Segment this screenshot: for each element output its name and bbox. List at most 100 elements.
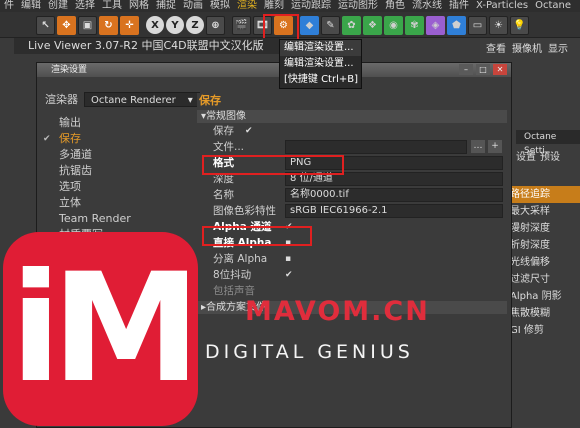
- floor-icon[interactable]: ▭: [468, 16, 487, 35]
- nav-item-antialiasing[interactable]: 抗锯齿: [41, 163, 185, 179]
- tab-octane-presets[interactable]: 预设: [540, 148, 560, 163]
- format-highlight-box: [202, 155, 344, 175]
- nav-item-label: 抗锯齿: [59, 164, 92, 177]
- z-axis-lock-button[interactable]: Z: [186, 16, 204, 34]
- octane-filter-size[interactable]: 过滤尺寸: [506, 271, 580, 288]
- settings-nav: 输出 ✔保存 多通道 抗锯齿 选项 立体 Team Render 材质覆写: [41, 115, 185, 243]
- close-icon[interactable]: ✕: [493, 64, 507, 75]
- alpha-highlight-box: [202, 226, 312, 246]
- octane-diffuse-depth[interactable]: 漫射深度: [506, 220, 580, 237]
- menu-tools[interactable]: 工具: [102, 0, 122, 12]
- menu-sculpt[interactable]: 雕刻: [264, 0, 284, 12]
- deformer-icon[interactable]: ◉: [384, 16, 403, 35]
- octane-max-samples[interactable]: 最大采样: [506, 203, 580, 220]
- render-settings-popup: 编辑渲染设置... 编辑渲染设置... [快捷键 Ctrl+B]: [279, 39, 362, 89]
- menu-octane[interactable]: Octane: [535, 0, 571, 12]
- scale-tool-icon[interactable]: ▣: [78, 16, 97, 35]
- add-button[interactable]: +: [488, 140, 502, 153]
- octane-kernel-pathtracing[interactable]: 路径追踪: [506, 186, 580, 203]
- menu-character[interactable]: 角色: [385, 0, 405, 12]
- watermark-site: MAVOM.CN: [245, 296, 430, 327]
- name-select[interactable]: 名称0000.tif: [285, 188, 503, 202]
- move-tool-icon[interactable]: ✥: [57, 16, 76, 35]
- renderer-label: 渲染器: [45, 93, 78, 106]
- file-path-field[interactable]: [285, 140, 467, 154]
- render-view-icon[interactable]: 🎬: [232, 16, 251, 35]
- menu-mograph[interactable]: 运动图形: [338, 0, 378, 12]
- nav-item-label: 选项: [59, 180, 81, 193]
- select-tool-icon[interactable]: ↖: [36, 16, 55, 35]
- nav-item-label: 保存: [59, 132, 81, 145]
- chevron-down-icon: ▾: [187, 94, 193, 106]
- menu-animate[interactable]: 动画: [183, 0, 203, 12]
- menu-select[interactable]: 选择: [75, 0, 95, 12]
- octane-refraction-depth[interactable]: 折射深度: [506, 237, 580, 254]
- menu-create[interactable]: 创建: [48, 0, 68, 12]
- tab-view[interactable]: 查看: [486, 40, 506, 55]
- logo-text: iM: [10, 242, 201, 416]
- bulb-icon[interactable]: 💡: [510, 16, 529, 35]
- renderer-dropdown[interactable]: Octane Renderer ▾: [84, 91, 200, 107]
- octane-settings-title: Octane Setti...: [516, 130, 580, 156]
- y-axis-lock-button[interactable]: Y: [166, 16, 184, 34]
- save-checkbox[interactable]: ✔: [245, 123, 253, 139]
- maximize-icon[interactable]: □: [476, 64, 490, 75]
- array-icon[interactable]: ❖: [363, 16, 382, 35]
- row-dither: 8位抖动 ✔: [213, 267, 293, 283]
- octane-ray-epsilon[interactable]: 光线偏移: [506, 254, 580, 271]
- popup-edit-render-settings[interactable]: 编辑渲染设置...: [280, 40, 361, 56]
- tab-camera[interactable]: 摄像机: [512, 40, 542, 55]
- menu-simulate[interactable]: 模拟: [210, 0, 230, 12]
- menu-snap[interactable]: 捕捉: [156, 0, 176, 12]
- nav-item-save[interactable]: ✔ 保存: [41, 131, 185, 147]
- scene-icon[interactable]: ✾: [405, 16, 424, 35]
- watermark-tagline: DIGITAL GENIUS: [205, 341, 414, 363]
- pane-title: 保存: [199, 94, 221, 107]
- rotate-tool-icon[interactable]: ↻: [99, 16, 118, 35]
- menu-edit[interactable]: 编辑: [21, 0, 41, 12]
- tag-icon[interactable]: ⬟: [447, 16, 466, 35]
- nav-item-team-render[interactable]: Team Render: [41, 211, 185, 227]
- live-select-icon[interactable]: ✛: [120, 16, 139, 35]
- menu-file[interactable]: 件: [4, 0, 14, 12]
- menu-motion-tracking[interactable]: 运动跟踪: [291, 0, 331, 12]
- octane-alpha-shadows[interactable]: Alpha 阴影: [506, 288, 580, 305]
- row-name: 名称 名称0000.tif: [197, 187, 507, 203]
- cube-icon[interactable]: ◆: [300, 16, 319, 35]
- menu-pipeline[interactable]: 流水线: [412, 0, 442, 12]
- nav-item-label: Team Render: [59, 212, 131, 225]
- popup-shortcut-hint: [快捷键 Ctrl+B]: [284, 74, 359, 85]
- color-profile-field[interactable]: sRGB IEC61966-2.1: [285, 204, 503, 218]
- octane-gi-clamp[interactable]: GI 修剪: [506, 322, 580, 339]
- browse-button[interactable]: …: [471, 140, 485, 153]
- minimize-icon[interactable]: –: [459, 64, 473, 75]
- menu-plugins[interactable]: 插件: [449, 0, 469, 12]
- row-save: 保存 ✔: [213, 123, 253, 139]
- dialog-title: 渲染设置: [51, 65, 88, 75]
- nav-item-multipass[interactable]: 多通道: [41, 147, 185, 163]
- menu-bar: 件 编辑 创建 选择 工具 网格 捕捉 动画 模拟 渲染 雕刻 运动跟踪 运动图…: [0, 0, 580, 12]
- nav-item-stereo[interactable]: 立体: [41, 195, 185, 211]
- nav-item-options[interactable]: 选项: [41, 179, 185, 195]
- tab-display[interactable]: 显示: [548, 40, 568, 55]
- tab-octane-settings[interactable]: 设置: [516, 148, 536, 163]
- separate-alpha-checkbox[interactable]: ▪: [285, 251, 291, 267]
- x-axis-lock-button[interactable]: X: [146, 16, 164, 34]
- menu-x-particles[interactable]: X-Particles: [476, 0, 528, 12]
- menu-mesh[interactable]: 网格: [129, 0, 149, 12]
- octane-caustic-blur[interactable]: 焦散模糊: [506, 305, 580, 322]
- dialog-titlebar[interactable]: 渲染设置 – □ ✕: [37, 63, 511, 77]
- nav-item-label: 多通道: [59, 148, 92, 161]
- subdivision-icon[interactable]: ✿: [342, 16, 361, 35]
- check-icon[interactable]: ✔: [43, 131, 51, 147]
- dither-checkbox[interactable]: ✔: [285, 267, 293, 283]
- nav-item-output[interactable]: 输出: [41, 115, 185, 131]
- menu-render[interactable]: 渲染: [237, 0, 257, 12]
- pen-icon[interactable]: ✎: [321, 16, 340, 35]
- camera-icon[interactable]: ◈: [426, 16, 445, 35]
- light-icon[interactable]: ☀: [489, 16, 508, 35]
- popup-edit-render-settings-alt[interactable]: 编辑渲染设置...: [280, 56, 361, 72]
- section-general-image[interactable]: ▾常规图像: [197, 110, 507, 123]
- row-separate-alpha: 分离 Alpha ▪: [213, 251, 292, 267]
- coordinate-system-icon[interactable]: ⊕: [206, 16, 225, 35]
